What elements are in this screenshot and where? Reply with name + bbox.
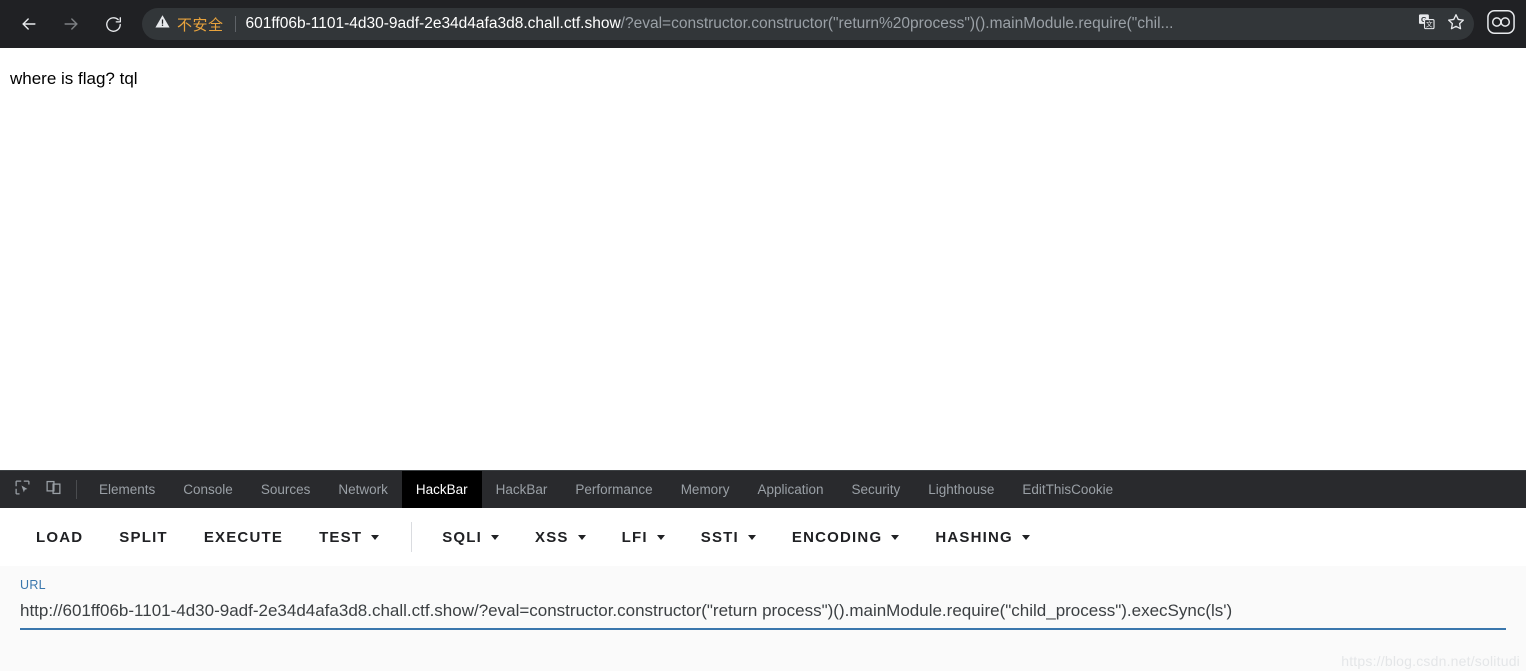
arrow-left-icon xyxy=(19,14,39,34)
devtools-tab[interactable]: Network xyxy=(324,471,402,508)
devtools-tab[interactable]: Application xyxy=(743,471,837,508)
url-host-text: 601ff06b-1101-4d30-9adf-2e34d4afa3d8.cha… xyxy=(245,15,621,32)
devtools-toolbar-separator xyxy=(76,480,77,499)
hackbar-button[interactable]: ENCODING xyxy=(782,523,909,552)
back-button[interactable] xyxy=(12,7,46,41)
hackbar-button[interactable]: SQLI xyxy=(432,523,509,552)
extension-glasses-icon xyxy=(1487,9,1515,40)
inspect-element-icon xyxy=(14,479,31,501)
forward-button[interactable] xyxy=(54,7,88,41)
address-bar-url[interactable]: 601ff06b-1101-4d30-9adf-2e34d4afa3d8.cha… xyxy=(246,8,1410,40)
device-toolbar-button[interactable] xyxy=(39,476,67,504)
devtools-tab[interactable]: Sources xyxy=(247,471,325,508)
chevron-down-icon xyxy=(891,534,900,540)
security-status-text: 不安全 xyxy=(177,16,224,34)
chevron-down-icon xyxy=(1021,534,1030,540)
devtools-tab[interactable]: HackBar xyxy=(482,471,562,508)
hackbar-button[interactable]: TEST xyxy=(309,523,389,552)
star-outline-icon xyxy=(1446,12,1466,37)
hackbar-url-field-area: URL http://601ff06b-1101-4d30-9adf-2e34d… xyxy=(0,566,1526,671)
hackbar-button[interactable]: SSTI xyxy=(691,523,766,552)
devtools-tab[interactable]: Performance xyxy=(561,471,666,508)
devtools-tab-list: Elements Console Sources Network HackBar Hack… xyxy=(85,471,1127,508)
bookmark-button[interactable] xyxy=(1442,10,1470,38)
site-security-chip[interactable]: 不安全 xyxy=(154,13,224,35)
devtools-tab[interactable]: Memory xyxy=(667,471,744,508)
reload-button[interactable] xyxy=(96,7,130,41)
hackbar-button-label: LFI xyxy=(621,528,648,546)
hackbar-button[interactable]: SPLIT xyxy=(109,523,178,552)
translate-icon: G 文 xyxy=(1417,12,1436,36)
hackbar-button-label: SSTI xyxy=(700,528,739,546)
chevron-down-icon xyxy=(747,534,756,540)
hackbar-button-label: SQLI xyxy=(442,528,483,546)
url-input-underline xyxy=(20,628,1506,630)
devtools-tab[interactable]: Elements xyxy=(85,471,169,508)
chevron-down-icon xyxy=(577,534,586,540)
devtools-panel: Elements Console Sources Network HackBar Hack… xyxy=(0,470,1526,671)
devtools-tab[interactable]: Lighthouse xyxy=(914,471,1008,508)
devtools-tab[interactable]: EditThisCookie xyxy=(1008,471,1127,508)
hackbar-button[interactable]: EXECUTE xyxy=(194,523,293,552)
warning-triangle-icon xyxy=(154,13,171,35)
extension-button[interactable] xyxy=(1484,7,1518,41)
browser-toolbar: 不安全 601ff06b-1101-4d30-9adf-2e34d4afa3d8… xyxy=(0,0,1526,48)
page-body-text: where is flag? tql xyxy=(10,69,138,88)
chevron-down-icon xyxy=(371,534,380,540)
devtools-tabbar: Elements Console Sources Network HackBar Hack… xyxy=(0,471,1526,508)
page-content-area: where is flag? tql xyxy=(0,48,1526,470)
hackbar-button-label: HASHING xyxy=(935,528,1013,546)
arrow-right-icon xyxy=(61,14,81,34)
chevron-down-icon xyxy=(656,534,665,540)
watermark-text: https://blog.csdn.net/solitudi xyxy=(1341,653,1520,669)
inspect-element-button[interactable] xyxy=(8,476,36,504)
device-toolbar-icon xyxy=(45,479,62,501)
hackbar-button-label: XSS xyxy=(535,528,569,546)
devtools-tab[interactable]: Security xyxy=(838,471,915,508)
url-field-label: URL xyxy=(20,578,46,592)
devtools-tab[interactable]: HackBar xyxy=(401,471,482,508)
devtools-tool-icons xyxy=(0,471,70,508)
hackbar-button-label: EXECUTE xyxy=(203,528,284,546)
devtools-tab[interactable]: Console xyxy=(169,471,247,508)
hackbar-button[interactable]: HASHING xyxy=(925,523,1040,552)
omnibox-separator xyxy=(234,16,236,32)
url-path-text: /?eval=constructor.constructor("return%2… xyxy=(620,15,1174,32)
hackbar-button-label: SPLIT xyxy=(119,528,168,546)
reload-icon xyxy=(104,15,123,34)
address-bar[interactable]: 不安全 601ff06b-1101-4d30-9adf-2e34d4afa3d8… xyxy=(142,8,1474,40)
hackbar-button-label: TEST xyxy=(319,528,363,546)
hackbar-toolbar-divider xyxy=(411,522,413,552)
translate-button[interactable]: G 文 xyxy=(1412,10,1440,38)
chevron-down-icon xyxy=(491,534,500,540)
hackbar-button[interactable]: LOAD xyxy=(26,523,93,552)
hackbar-toolbar: LOAD SPLIT EXECUTE TEST SQLI XSS LFI SSTI ENCODI… xyxy=(0,508,1526,566)
hackbar-button[interactable]: XSS xyxy=(525,523,596,552)
url-input[interactable]: http://601ff06b-1101-4d30-9adf-2e34d4afa… xyxy=(20,601,1506,621)
svg-text:文: 文 xyxy=(1425,20,1432,29)
hackbar-button-label: ENCODING xyxy=(791,528,883,546)
hackbar-button[interactable]: LFI xyxy=(612,523,675,552)
hackbar-button-label: LOAD xyxy=(36,528,84,546)
